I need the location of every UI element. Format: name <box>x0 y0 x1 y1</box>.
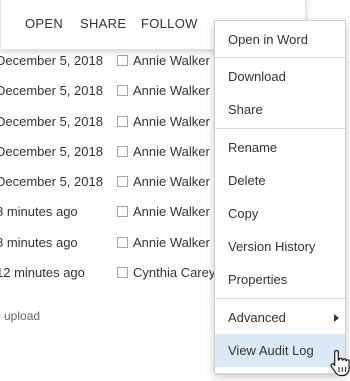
modified-date: 8 minutes ago <box>0 204 78 220</box>
presence-checkbox[interactable] <box>117 236 128 248</box>
modified-date: December 5, 2018 <box>0 113 103 129</box>
context-menu: Open in Word Download Share Rename Delet… <box>214 20 346 374</box>
modified-by[interactable]: Annie Walker <box>133 174 210 189</box>
modified-date: December 5, 2018 <box>0 53 103 68</box>
modified-by[interactable]: Cynthia Carey <box>133 265 215 280</box>
modified-date: December 5, 2018 <box>0 83 103 99</box>
menu-separator <box>215 57 345 58</box>
presence-checkbox[interactable] <box>117 55 128 66</box>
presence-checkbox[interactable] <box>117 145 128 157</box>
menu-item-download[interactable]: Download <box>215 60 345 93</box>
menu-item-version-history[interactable]: Version History <box>215 230 345 263</box>
modified-date: 8 minutes ago <box>0 234 78 250</box>
menu-separator <box>215 128 345 129</box>
share-action[interactable]: SHARE <box>80 16 126 31</box>
follow-action[interactable]: FOLLOW <box>141 16 198 31</box>
modified-by[interactable]: Annie Walker <box>133 114 210 129</box>
menu-item-advanced[interactable]: Advanced <box>215 301 345 334</box>
menu-separator <box>215 298 345 299</box>
upload-hint-text: o upload <box>0 309 41 323</box>
open-action[interactable]: OPEN <box>25 16 63 31</box>
document-library-view: December 5, 2018 Annie Walker December 5… <box>0 0 350 381</box>
presence-checkbox[interactable] <box>117 85 128 97</box>
presence-checkbox[interactable] <box>117 115 128 127</box>
modified-by[interactable]: Annie Walker <box>133 83 210 98</box>
presence-checkbox[interactable] <box>117 176 128 188</box>
menu-item-open-in-word[interactable]: Open in Word <box>215 25 345 55</box>
modified-by[interactable]: Annie Walker <box>133 53 210 68</box>
menu-item-view-audit-log[interactable]: View Audit Log <box>215 334 345 367</box>
presence-checkbox[interactable] <box>117 206 128 218</box>
menu-item-properties[interactable]: Properties <box>215 263 345 296</box>
modified-by[interactable]: Annie Walker <box>133 144 210 159</box>
menu-item-copy[interactable]: Copy <box>215 197 345 230</box>
hand-pointer-icon <box>330 349 350 377</box>
modified-date: December 5, 2018 <box>0 143 103 159</box>
modified-date: 12 minutes ago <box>0 265 85 281</box>
menu-item-rename[interactable]: Rename <box>215 131 345 164</box>
menu-item-delete[interactable]: Delete <box>215 164 345 197</box>
chevron-right-icon <box>334 314 339 322</box>
menu-item-advanced-label: Advanced <box>228 310 286 325</box>
modified-by[interactable]: Annie Walker <box>133 235 210 250</box>
modified-by[interactable]: Annie Walker <box>133 204 210 219</box>
modified-date: December 5, 2018 <box>0 174 103 190</box>
menu-item-share[interactable]: Share <box>215 93 345 126</box>
presence-checkbox[interactable] <box>117 267 128 279</box>
